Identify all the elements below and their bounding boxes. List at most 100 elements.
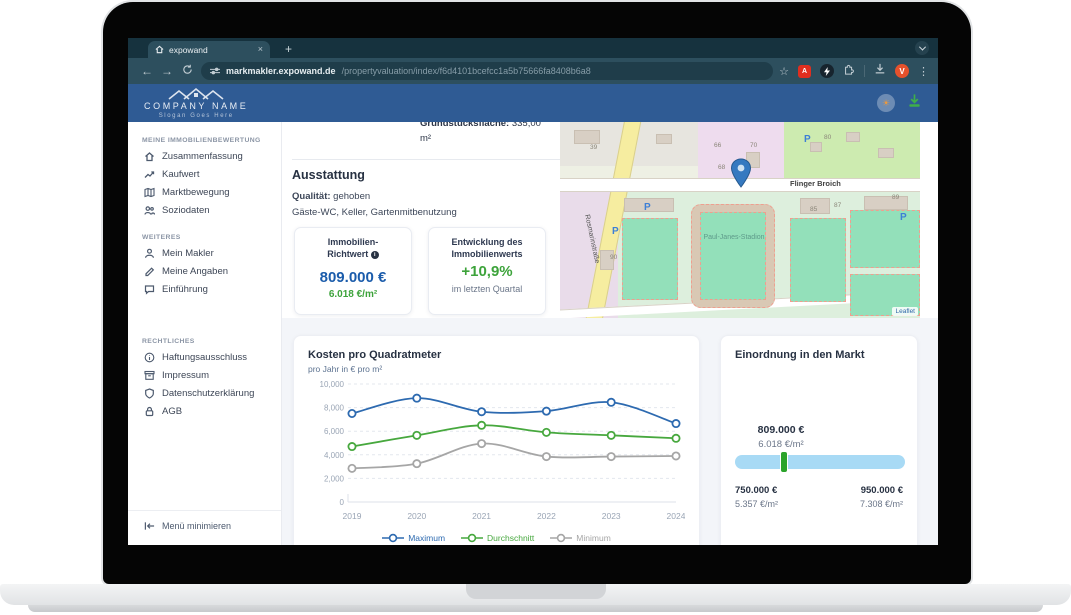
svg-text:2020: 2020 (407, 511, 426, 521)
downloads-button[interactable] (874, 62, 886, 80)
map-house-number: 89 (892, 194, 899, 201)
sidebar-item-agb[interactable]: AGB (128, 402, 281, 420)
chart-legend: Maximum Durchschnitt Minimum (308, 533, 685, 543)
sidebar-item-meine-angaben[interactable]: Meine Angaben (128, 262, 281, 280)
tab-search-chevron-button[interactable] (915, 41, 929, 55)
new-tab-button[interactable]: + (281, 42, 296, 57)
map-building (864, 196, 908, 210)
features-list: Gäste-WC, Keller, Gartenmitbenutzung (292, 207, 457, 218)
sidebar-item-label: Haftungsausschluss (162, 352, 247, 363)
map-building (810, 142, 822, 152)
development-value: +10,9% (433, 263, 541, 280)
svg-text:4,000: 4,000 (324, 451, 345, 460)
sidebar-item-mein-makler[interactable]: Mein Makler (128, 244, 281, 262)
header-download-button[interactable] (907, 93, 922, 113)
site-body: MEINE IMMOBILIENBEWERTUNG Zusammenfassun… (128, 122, 938, 545)
panel-divider (292, 159, 560, 160)
url-path: /propertyvaluation/index/f6d4101bcefcc1a… (342, 66, 591, 76)
sidebar-item-datenschutz[interactable]: Datenschutzerklärung (128, 384, 281, 402)
back-button[interactable]: ← (137, 64, 157, 78)
sidebar-item-haftungsausschluss[interactable]: Haftungsausschluss (128, 348, 281, 366)
map-parking-icon: P (612, 226, 619, 237)
toolbar-divider (864, 65, 865, 77)
chevron-down-icon (918, 43, 925, 50)
map-pin-icon[interactable] (730, 158, 752, 188)
pdf-extension-icon[interactable]: A (798, 65, 811, 78)
address-bar[interactable]: markmakler.expowand.de/propertyvaluation… (201, 62, 773, 80)
map-building (846, 132, 860, 142)
profile-avatar[interactable]: V (895, 64, 909, 78)
sidebar-item-einfuehrung[interactable]: Einführung (128, 280, 281, 298)
market-max-price: 950.000 € (860, 484, 903, 498)
legend-item-maximum[interactable]: Maximum (382, 533, 445, 543)
property-area: Grundstücksfläche: 335,00 m² (420, 122, 552, 146)
map-parking-icon: P (804, 134, 811, 145)
sidebar-item-marktbewegung[interactable]: Marktbewegung (128, 183, 281, 201)
shield-icon (144, 388, 155, 399)
svg-text:2,000: 2,000 (324, 474, 345, 483)
sidebar-item-label: Marktbewegung (162, 187, 230, 198)
bookmark-star-icon[interactable]: ☆ (779, 65, 789, 78)
tab-close-icon[interactable]: × (258, 45, 263, 54)
sidebar-item-impressum[interactable]: Impressum (128, 366, 281, 384)
reload-button[interactable] (177, 64, 197, 78)
area-label: Grundstücksfläche: (420, 122, 509, 129)
toolbar-right: ☆ A V ⋮ (779, 62, 929, 80)
puzzle-icon (843, 63, 855, 75)
map-house-number: 68 (718, 164, 725, 171)
quality-value: gehoben (333, 191, 370, 202)
legend-item-minimum[interactable]: Minimum (550, 533, 610, 543)
sidebar: MEINE IMMOBILIENBEWERTUNG Zusammenfassun… (128, 122, 282, 545)
sidebar-section-rechtliches: RECHTLICHES (142, 338, 281, 345)
site-settings-icon (210, 67, 220, 75)
legend-marker-icon (382, 533, 404, 543)
company-name: COMPANY NAME (144, 102, 248, 111)
extensions-puzzle-icon[interactable] (843, 62, 855, 80)
legend-item-durchschnitt[interactable]: Durchschnitt (461, 533, 534, 543)
map[interactable]: Paul-Janes-Stadion Flinger Broich Rosmar… (560, 122, 920, 318)
richtwert-title-line2: Richtwert (327, 249, 368, 259)
download-icon (874, 63, 886, 75)
market-current-price: 809.000 € (726, 424, 836, 436)
leaflet-attribution-link[interactable]: Leaflet (892, 307, 918, 316)
line-chart: 02,0004,0006,0008,00010,0002019202020212… (308, 374, 685, 531)
development-card: Entwicklung des Immobilienwerts +10,9% i… (428, 227, 546, 315)
dark-extension-icon[interactable] (820, 64, 834, 78)
legend-label: Maximum (408, 533, 445, 543)
home-icon (144, 151, 155, 162)
map-house-number: 39 (590, 144, 597, 151)
theme-toggle-button[interactable]: ☀ (877, 94, 895, 112)
laptop-base-lip (28, 605, 1043, 612)
download-green-icon (907, 93, 922, 108)
browser-tab[interactable]: expowand × (148, 41, 270, 58)
market-current-per-sqm: 6.018 €/m² (726, 439, 836, 450)
tab-title: expowand (169, 45, 208, 55)
svg-text:6,000: 6,000 (324, 427, 345, 436)
chart-title: Kosten pro Quadratmeter (308, 349, 685, 361)
sidebar-section-weiteres: WEITERES (142, 234, 281, 241)
market-card: Einordnung in den Markt 809.000 € 6.018 … (720, 335, 918, 545)
sidebar-minimize-button[interactable]: Menü minimieren (128, 510, 281, 545)
map-pitch (700, 212, 766, 300)
sidebar-item-soziodaten[interactable]: Soziodaten (128, 201, 281, 219)
menu-kebab-icon[interactable]: ⋮ (918, 65, 929, 78)
map-pitch (850, 210, 920, 268)
company-logo[interactable]: COMPANY NAME Slogan Goes Here (144, 87, 248, 119)
reload-icon (182, 64, 193, 75)
sidebar-item-kaufwert[interactable]: Kaufwert (128, 165, 281, 183)
map-building (656, 134, 672, 144)
svg-text:8,000: 8,000 (324, 404, 345, 413)
map-building (574, 130, 600, 144)
laptop-base-notch (466, 584, 606, 599)
quality-label: Qualität: (292, 191, 331, 202)
forward-button[interactable]: → (157, 64, 177, 78)
info-icon[interactable]: i (371, 251, 379, 259)
legend-label: Durchschnitt (487, 533, 534, 543)
sidebar-item-zusammenfassung[interactable]: Zusammenfassung (128, 147, 281, 165)
trending-up-icon (144, 169, 155, 180)
svg-text:2021: 2021 (472, 511, 491, 521)
lock-icon (144, 406, 155, 417)
info-circle-icon (144, 352, 155, 363)
company-slogan: Slogan Goes Here (159, 113, 234, 119)
home-favicon-icon (155, 45, 164, 54)
